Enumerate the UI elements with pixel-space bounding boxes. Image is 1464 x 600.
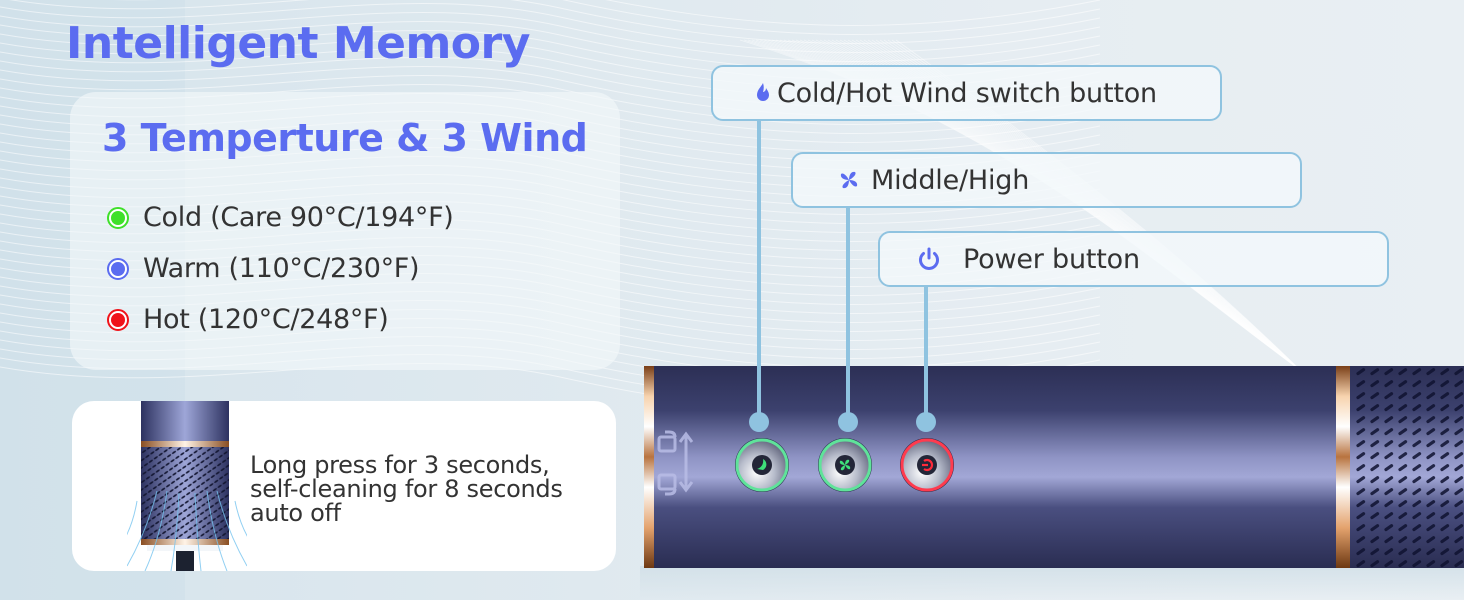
fan-glyph-icon — [818, 438, 872, 492]
temperature-label: Warm (110°C/230°F) — [143, 253, 420, 284]
temperature-item-warm: Warm (110°C/230°F) — [107, 243, 454, 294]
leader-line-cold-hot — [757, 120, 761, 422]
temperature-card-title: 3 Temperture & 3 Wind — [102, 116, 588, 160]
temperature-label: Hot (120°C/248°F) — [143, 304, 389, 335]
temperature-item-hot: Hot (120°C/248°F) — [107, 294, 454, 345]
callout-label: Cold/Hot Wind switch button — [777, 77, 1157, 109]
page-title: Intelligent Memory — [66, 18, 530, 69]
flame-icon — [753, 82, 773, 104]
callout-label: Power button — [963, 243, 1140, 275]
description-line: auto off — [250, 499, 341, 527]
temperature-item-cold: Cold (Care 90°C/194°F) — [107, 192, 454, 243]
cold-hot-switch-button[interactable] — [734, 437, 790, 493]
fan-icon — [837, 169, 861, 191]
leader-line-middle-high — [846, 207, 850, 422]
green-dot-icon — [107, 206, 129, 229]
temperature-list: Cold (Care 90°C/194°F) Warm (110°C/230°F… — [107, 192, 454, 345]
temperature-label: Cold (Care 90°C/194°F) — [143, 202, 454, 233]
leader-dot-power — [916, 412, 936, 432]
leader-dot-cold-hot — [749, 412, 769, 432]
leader-dot-middle-high — [838, 412, 858, 432]
self-cleaning-description: Long press for 3 seconds, self-cleaning … — [250, 453, 610, 525]
power-device-button[interactable] — [899, 437, 955, 493]
description-line: self-cleaning for 8 seconds — [250, 475, 563, 503]
description-line: Long press for 3 seconds, — [250, 451, 550, 479]
device-reflection — [640, 566, 1464, 600]
callout-power: Power button — [878, 231, 1389, 287]
wind-speed-button[interactable] — [817, 437, 873, 493]
power-icon — [915, 246, 943, 272]
leader-line-power — [924, 286, 928, 422]
callout-label: Middle/High — [871, 164, 1030, 196]
callout-middle-high: Middle/High — [791, 152, 1302, 208]
callout-cold-hot-switch: Cold/Hot Wind switch button — [711, 65, 1222, 121]
blue-dot-icon — [107, 257, 129, 280]
temperature-card: 3 Temperture & 3 Wind Cold (Care 90°C/19… — [70, 92, 620, 370]
red-dot-icon — [107, 308, 129, 331]
dryer-nozzle-illustration — [127, 401, 247, 571]
power-glyph-icon — [900, 438, 954, 492]
self-cleaning-card: Long press for 3 seconds, self-cleaning … — [72, 401, 616, 571]
flame-glyph-icon — [735, 438, 789, 492]
